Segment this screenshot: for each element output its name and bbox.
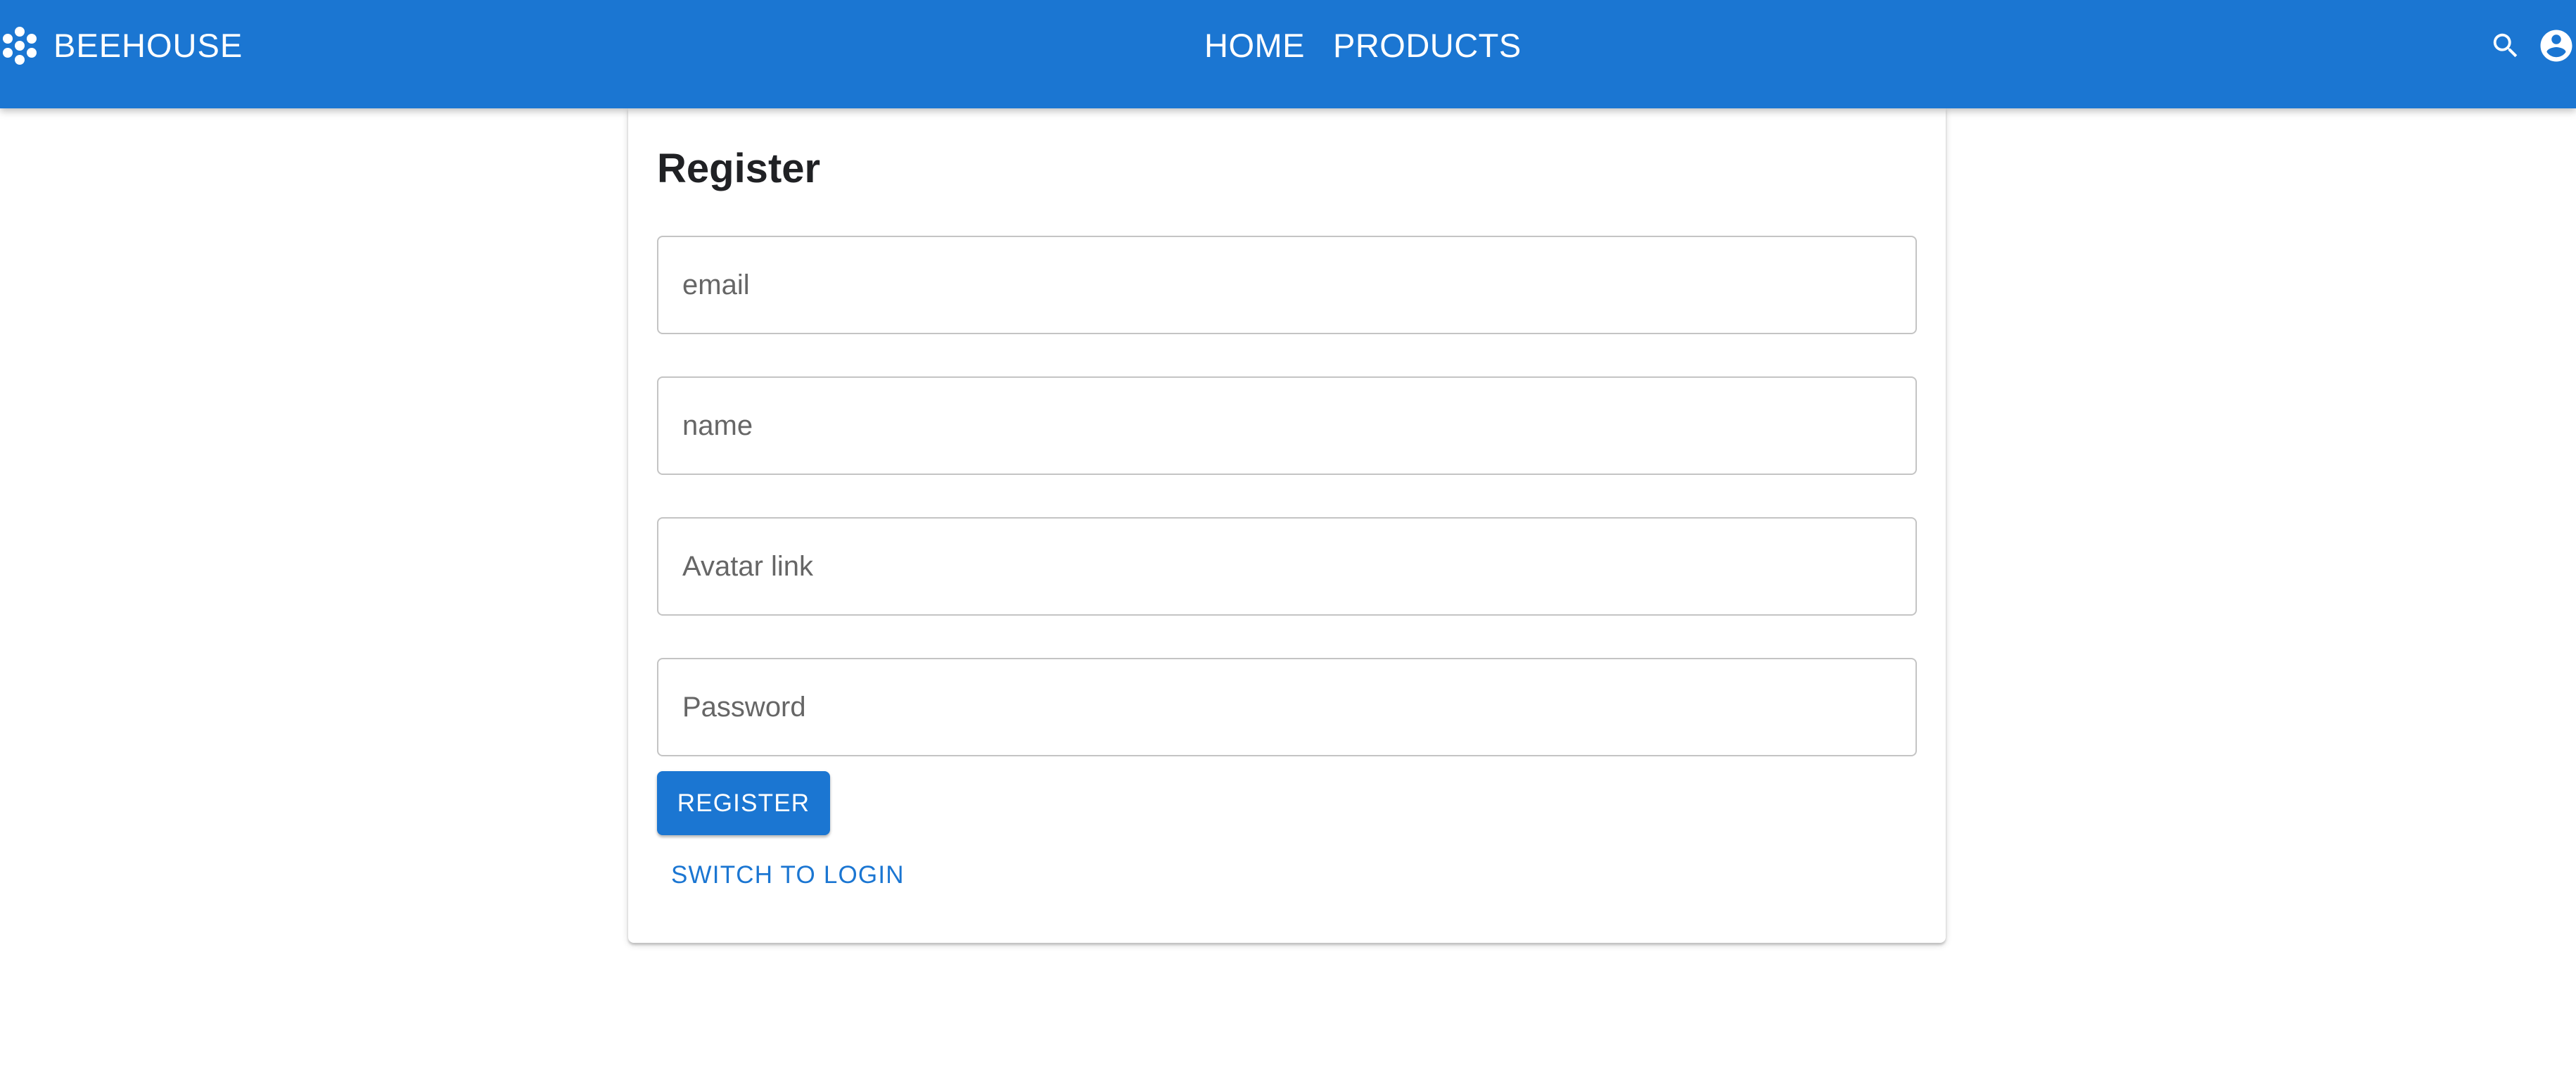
nav-home[interactable]: HOME <box>1204 25 1305 66</box>
honeycomb-icon <box>3 27 37 65</box>
avatar-link-input[interactable] <box>658 519 1915 614</box>
main-nav: HOME PRODUCTS <box>1204 25 1550 66</box>
avatar-link-field <box>657 517 1917 616</box>
nav-products[interactable]: PRODUCTS <box>1333 25 1522 66</box>
account-circle-icon[interactable] <box>2537 26 2576 65</box>
page-title: Register <box>657 146 821 191</box>
toolbar-icons <box>2486 26 2576 65</box>
email-input[interactable] <box>658 237 1915 333</box>
app-bar: BEEHOUSE HOME PRODUCTS <box>0 0 2576 108</box>
register-card: Register REGISTER SWITCH TO LOGIN <box>628 108 1946 943</box>
password-field <box>657 658 1917 756</box>
email-field <box>657 236 1917 334</box>
search-icon[interactable] <box>2486 26 2525 65</box>
switch-to-login-button[interactable]: SWITCH TO LOGIN <box>657 847 919 903</box>
brand-name: BEEHOUSE <box>53 27 243 64</box>
name-input[interactable] <box>658 378 1915 474</box>
brand[interactable]: BEEHOUSE <box>0 25 243 66</box>
password-input[interactable] <box>658 659 1915 755</box>
register-button[interactable]: REGISTER <box>657 771 830 835</box>
name-field <box>657 376 1917 475</box>
